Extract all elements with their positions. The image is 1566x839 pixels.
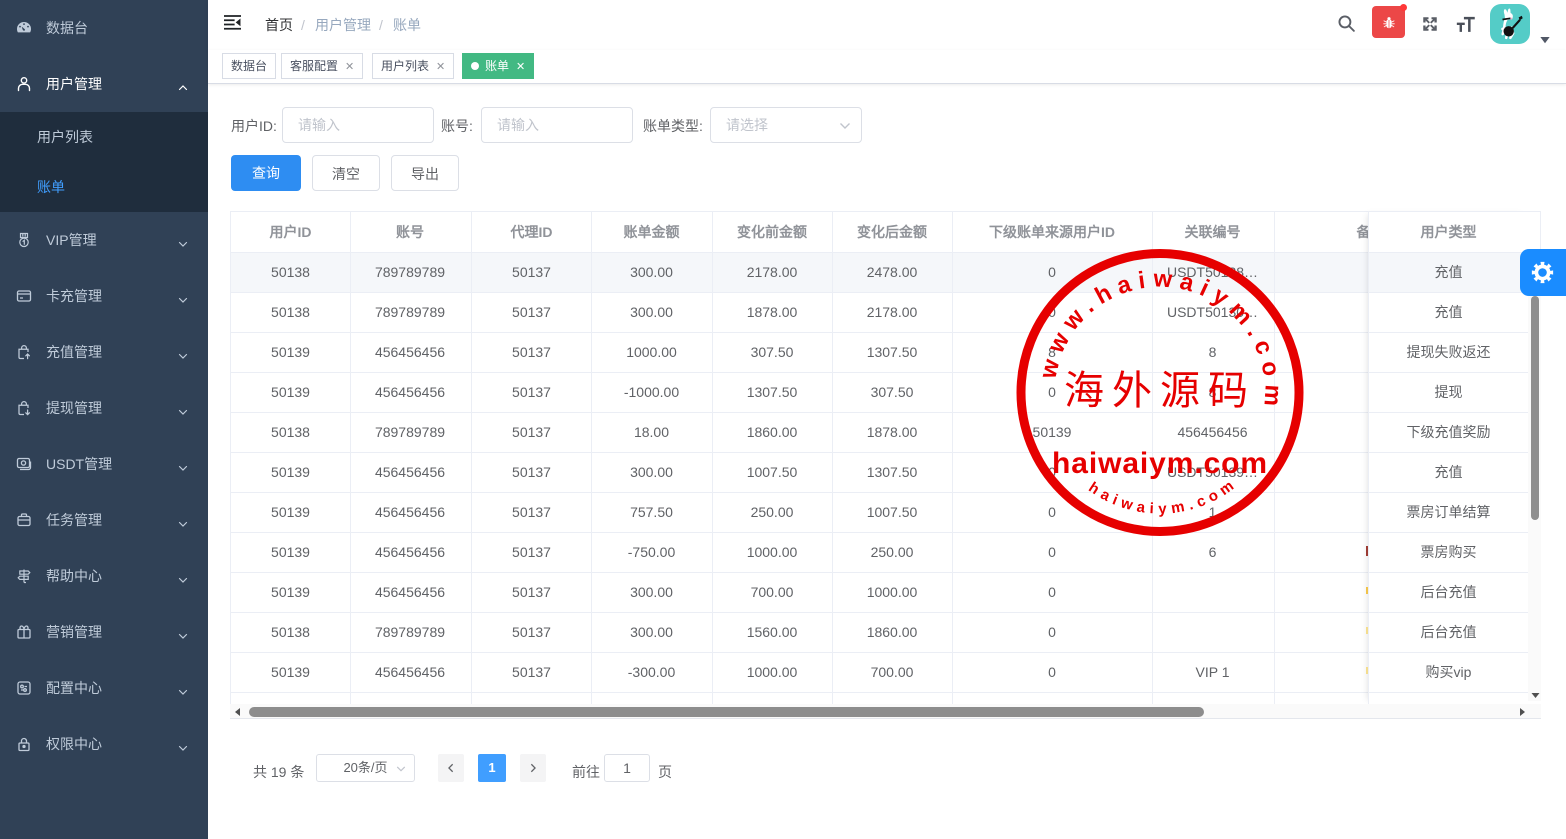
svg-text:haiwaiym.com: haiwaiym.com (1085, 474, 1241, 517)
svg-text:haiwaiym.com: haiwaiym.com (1052, 447, 1268, 480)
svg-text:海外源码: 海外源码 (1064, 368, 1256, 413)
